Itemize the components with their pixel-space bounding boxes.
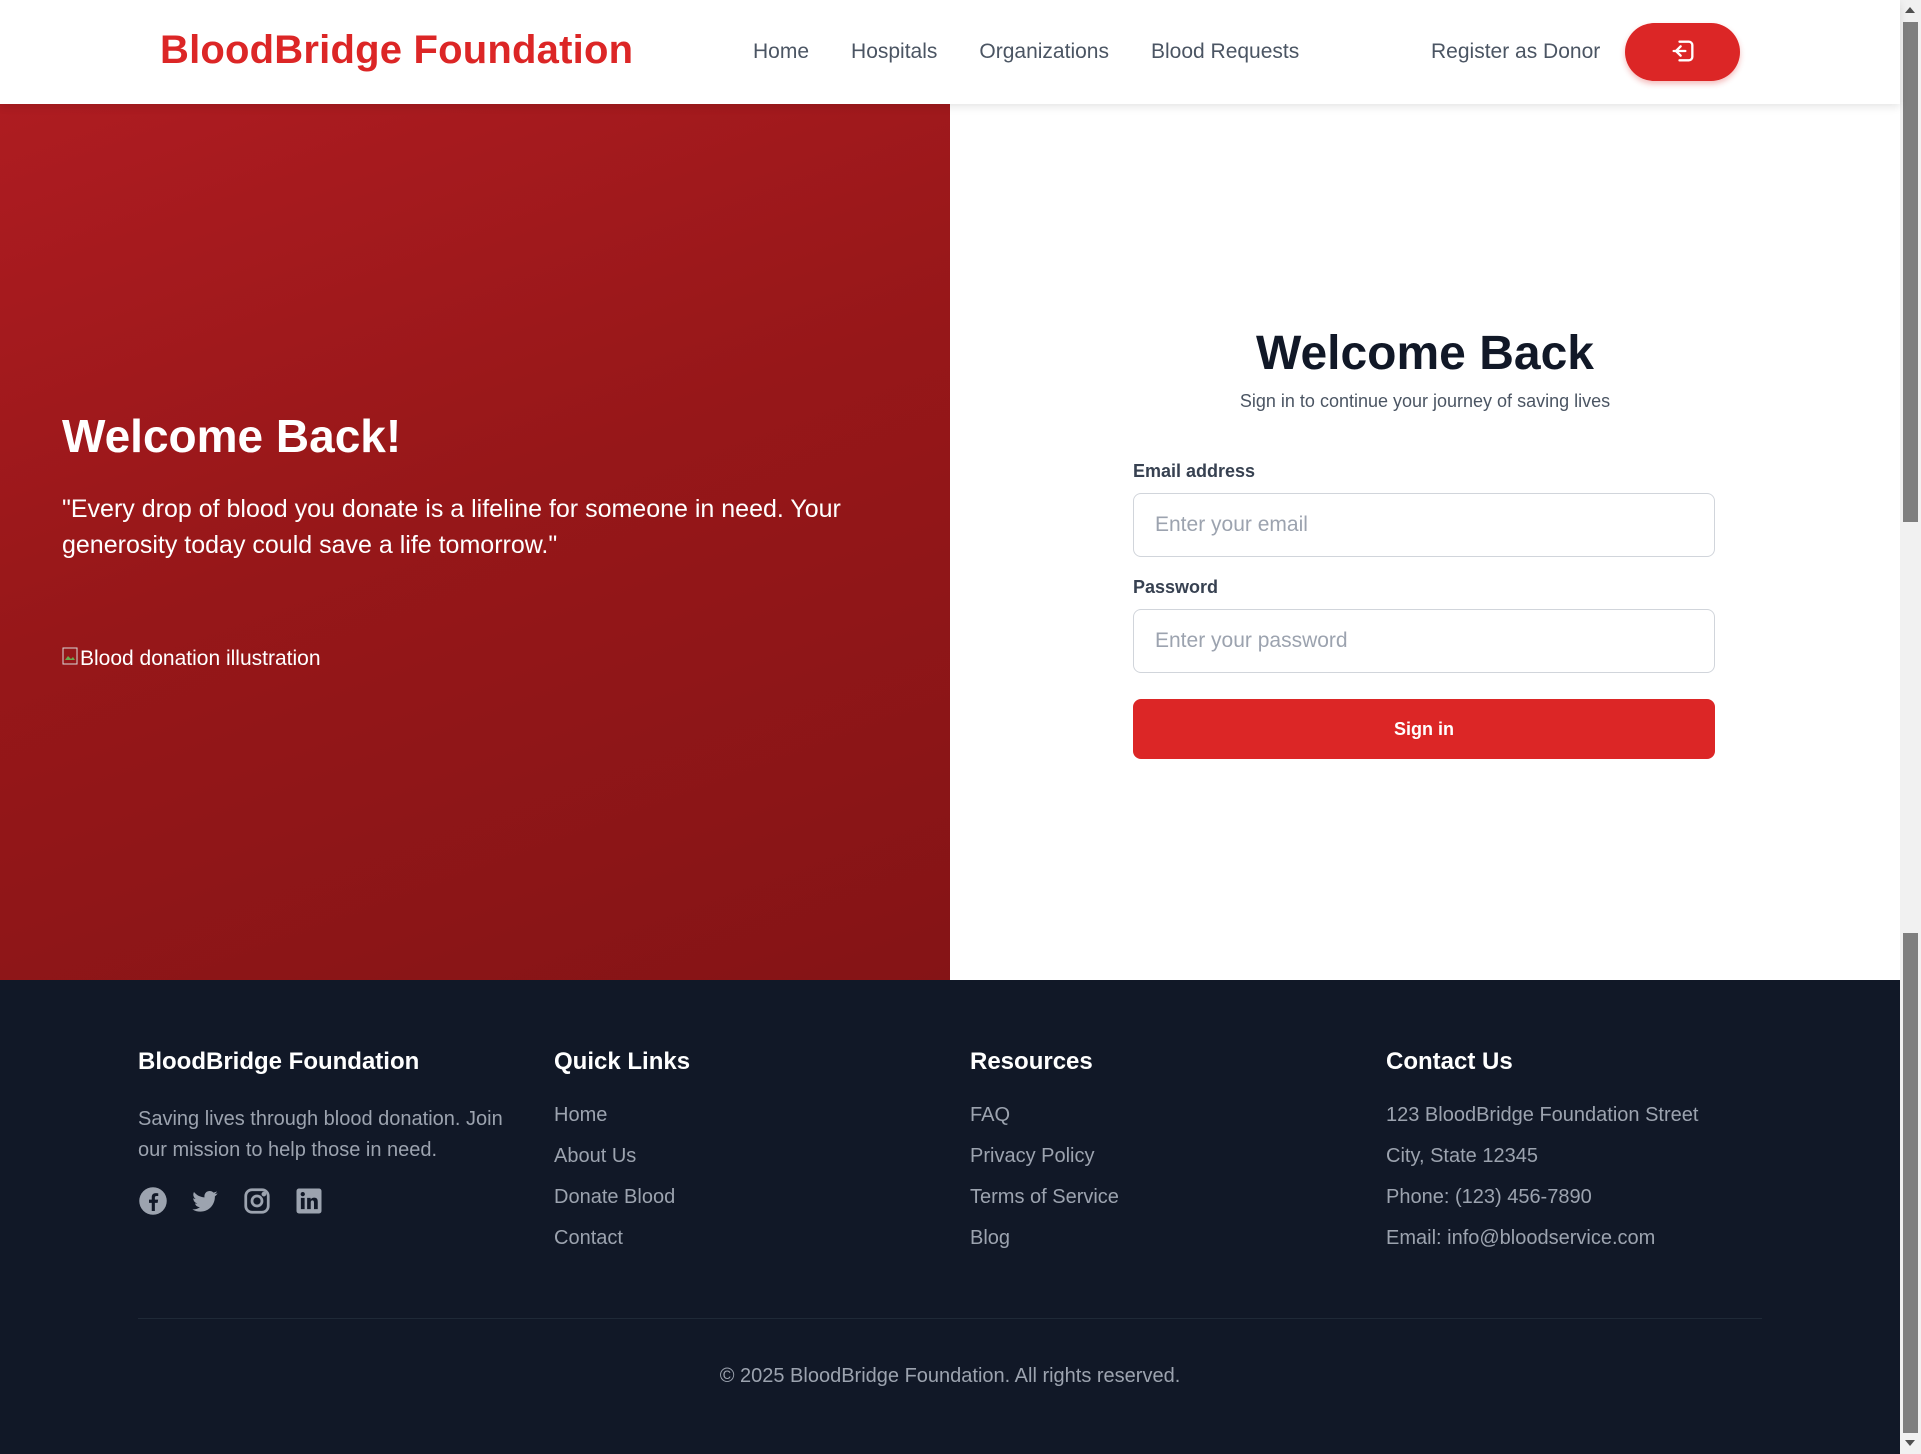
broken-image-icon: [62, 647, 78, 671]
login-panel: Welcome Back Sign in to continue your jo…: [950, 104, 1900, 980]
login-icon: [1669, 37, 1697, 68]
scrollbar-thumb[interactable]: [1903, 22, 1918, 522]
footer-about: BloodBridge Foundation Saving lives thro…: [138, 1048, 518, 1216]
resources-title: Resources: [970, 1048, 1093, 1075]
footer-brand: BloodBridge Foundation: [138, 1048, 420, 1075]
illustration-alt-text: Blood donation illustration: [80, 647, 321, 670]
footer-description: Saving lives through blood donation. Joi…: [138, 1108, 503, 1161]
email-label: Email address: [1133, 461, 1256, 481]
copyright: © 2025 BloodBridge Foundation. All right…: [719, 1365, 1181, 1387]
scroll-down-icon[interactable]: [1905, 1440, 1915, 1446]
facebook-icon[interactable]: [138, 1186, 168, 1216]
sign-in-button[interactable]: Sign in: [1133, 699, 1715, 759]
footer-link-about[interactable]: About Us: [554, 1145, 690, 1186]
contact-title: Contact Us: [1386, 1048, 1513, 1075]
main-nav: Home Hospitals Organizations Blood Reque…: [753, 40, 1299, 64]
password-label: Password: [1133, 577, 1219, 597]
nav-blood-requests[interactable]: Blood Requests: [1151, 40, 1299, 64]
linkedin-icon[interactable]: [294, 1186, 324, 1216]
instagram-icon[interactable]: [242, 1186, 272, 1216]
nav-hospitals[interactable]: Hospitals: [851, 40, 937, 64]
nav-organizations[interactable]: Organizations: [979, 40, 1109, 64]
footer-quick-links: Quick Links Home About Us Donate Blood C…: [554, 1048, 690, 1268]
contact-address: 123 BloodBridge Foundation Street: [1386, 1104, 1699, 1126]
hero-panel: Welcome Back! "Every drop of blood you d…: [0, 104, 950, 980]
footer-contact: Contact Us 123 BloodBridge Foundation St…: [1386, 1048, 1698, 1268]
footer-link-home[interactable]: Home: [554, 1104, 690, 1145]
hero-title: Welcome Back!: [62, 410, 402, 462]
scroll-up-icon[interactable]: [1905, 7, 1915, 13]
social-links: [138, 1186, 518, 1216]
footer-link-faq[interactable]: FAQ: [970, 1104, 1119, 1145]
hero-quote: "Every drop of blood you donate is a lif…: [62, 495, 841, 559]
footer-resources: Resources FAQ Privacy Policy Terms of Se…: [970, 1048, 1119, 1268]
email-field[interactable]: [1133, 493, 1715, 557]
footer-link-blog[interactable]: Blog: [970, 1227, 1119, 1268]
scrollbar-thumb-lower[interactable]: [1903, 933, 1918, 1433]
password-field[interactable]: [1133, 609, 1715, 673]
login-subtitle: Sign in to continue your journey of savi…: [1239, 391, 1611, 411]
contact-city: City, State 12345: [1386, 1145, 1538, 1167]
quick-links-title: Quick Links: [554, 1048, 691, 1075]
footer-link-terms[interactable]: Terms of Service: [970, 1186, 1119, 1227]
page-scrollbar[interactable]: [1900, 0, 1921, 1454]
twitter-icon[interactable]: [190, 1186, 220, 1216]
login-title: Welcome Back: [1256, 327, 1594, 380]
site-footer: BloodBridge Foundation Saving lives thro…: [0, 980, 1900, 1454]
footer-link-contact[interactable]: Contact: [554, 1227, 690, 1268]
footer-link-donate[interactable]: Donate Blood: [554, 1186, 690, 1227]
footer-divider: [138, 1318, 1762, 1319]
site-header: BloodBridge Foundation Home Hospitals Or…: [0, 0, 1900, 104]
nav-home[interactable]: Home: [753, 40, 809, 64]
login-button[interactable]: [1625, 23, 1740, 81]
brand-logo[interactable]: BloodBridge Foundation: [160, 28, 633, 73]
hero-illustration: Blood donation illustration: [62, 647, 321, 671]
register-donor-link[interactable]: Register as Donor: [1431, 40, 1600, 64]
footer-link-privacy[interactable]: Privacy Policy: [970, 1145, 1119, 1186]
contact-email: Email: info@bloodservice.com: [1386, 1227, 1656, 1249]
contact-phone: Phone: (123) 456-7890: [1386, 1186, 1592, 1208]
